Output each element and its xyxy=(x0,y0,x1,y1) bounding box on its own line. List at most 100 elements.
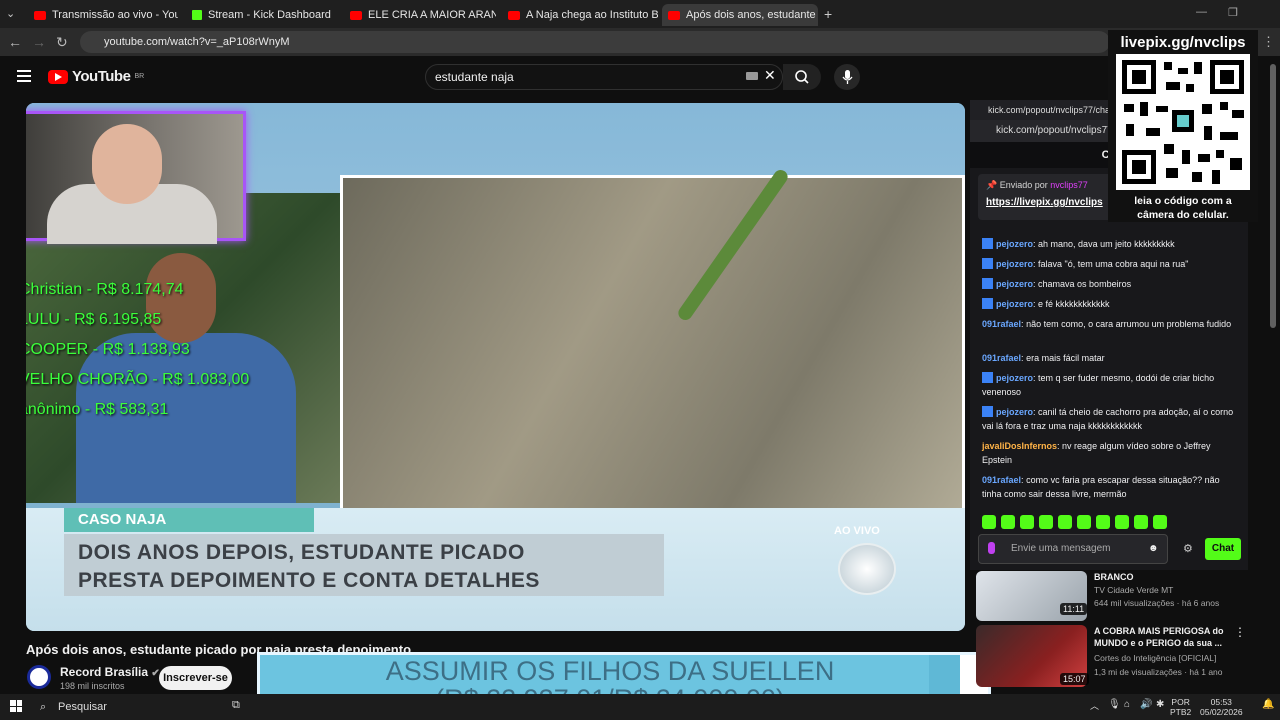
emoji-icon[interactable]: ☻ xyxy=(1148,543,1159,554)
more-options-icon[interactable]: ⋮ xyxy=(1234,625,1246,639)
keyboard-icon[interactable] xyxy=(746,72,758,80)
emote-icon[interactable] xyxy=(1039,515,1053,529)
recommendation-item[interactable]: 15:07 A COBRA MAIS PERIGOSA do MUNDO e o… xyxy=(976,625,1256,687)
youtube-favicon-icon xyxy=(34,10,46,20)
footage-frame xyxy=(340,167,965,531)
tray-chevron-icon[interactable]: ︿ xyxy=(1090,699,1099,712)
reload-icon[interactable]: ↻ xyxy=(56,34,68,51)
chat-username[interactable]: pejozero xyxy=(996,259,1033,269)
emote-icon[interactable] xyxy=(1058,515,1072,529)
url-field[interactable]: youtube.com/watch?v=_aP108rWnyM xyxy=(80,31,1110,53)
recommendation-title[interactable]: A COBRA MAIS PERIGOSA do MUNDO e o PERIG… xyxy=(1094,625,1234,649)
chat-message: 091rafael: não tem como, o cara arrumou … xyxy=(982,317,1238,331)
chat-username[interactable]: pejozero xyxy=(996,239,1033,249)
emote-icon[interactable] xyxy=(1134,515,1148,529)
recommendation-meta: 644 mil visualizações · há 6 anos xyxy=(1094,598,1220,608)
emote-icon[interactable] xyxy=(1077,515,1091,529)
chat-username[interactable]: 091rafael xyxy=(982,475,1021,485)
emote-icon[interactable] xyxy=(1096,515,1110,529)
video-duration: 15:07 xyxy=(1060,673,1089,685)
tray-volume-icon[interactable]: 🔊 xyxy=(1140,699,1152,710)
donor-entry: Christian - R$ 8.174,74 xyxy=(26,281,184,298)
chat-username[interactable]: pejozero xyxy=(996,299,1033,309)
hamburger-menu-icon[interactable] xyxy=(17,70,31,82)
tab-kick-dashboard[interactable]: Stream - Kick Dashboard ✕ xyxy=(186,4,338,26)
emote-icon[interactable] xyxy=(1001,515,1015,529)
chat-message: pejozero: canil tá cheio de cachorro pra… xyxy=(982,405,1238,433)
tab-label: Transmissão ao vivo - YouTube xyxy=(52,9,178,21)
subscriber-badge-icon xyxy=(982,372,993,383)
chat-settings-icon[interactable]: ⚙ xyxy=(1183,542,1193,555)
region-label: BR xyxy=(134,73,145,80)
youtube-logo-text: YouTube xyxy=(72,68,131,85)
youtube-favicon-icon xyxy=(508,10,520,20)
chat-username[interactable]: 091rafael xyxy=(982,319,1021,329)
clear-search-icon[interactable]: ✕ xyxy=(764,67,776,84)
notification-bell-icon[interactable]: 🔔 xyxy=(1262,699,1274,710)
chat-username[interactable]: pejozero xyxy=(996,373,1033,383)
tab-naja-butantan[interactable]: A Naja chega ao Instituto Butan ✕ xyxy=(502,4,658,26)
recommendation-title[interactable]: BRANCO xyxy=(1094,571,1234,583)
channel-name-text: Record Brasília xyxy=(60,665,149,679)
emote-icon[interactable] xyxy=(1020,515,1034,529)
chat-username[interactable]: 091rafael xyxy=(982,353,1021,363)
taskbar-search[interactable]: ⌕ Pesquisar xyxy=(34,697,224,717)
qr-code xyxy=(1116,54,1250,190)
donor-entry: LULU - R$ 6.195,85 xyxy=(26,311,162,328)
chat-message: pejozero: ah mano, dava um jeito kkkkkkk… xyxy=(982,237,1238,251)
taskbar-clock[interactable]: 05:53 05/02/2026 xyxy=(1200,697,1243,717)
emote-icon[interactable] xyxy=(1115,515,1129,529)
restore-icon[interactable]: ❐ xyxy=(1228,6,1238,19)
emote-icon[interactable] xyxy=(1153,515,1167,529)
tab-aranha[interactable]: ELE CRIA A MAIOR ARANHA ✕ xyxy=(344,4,496,26)
close-tab-icon[interactable]: ✕ xyxy=(337,8,338,22)
tray-network-icon[interactable]: ⌂ xyxy=(1124,699,1130,710)
chat-message-input[interactable]: Envie uma mensagem xyxy=(978,534,1168,564)
chat-username[interactable]: pejozero xyxy=(996,407,1033,417)
donor-entry: VELHO CHORÃO - R$ 1.083,00 xyxy=(26,371,250,388)
windows-start-icon[interactable] xyxy=(10,700,22,712)
subscriber-badge-icon xyxy=(982,258,993,269)
channel-avatar[interactable] xyxy=(27,665,51,689)
search-button[interactable] xyxy=(783,64,821,90)
caso-tag: CASO NAJA xyxy=(64,508,314,532)
youtube-play-icon xyxy=(48,69,68,84)
channel-name[interactable]: Record Brasília ✔ xyxy=(60,665,160,679)
minimize-icon[interactable]: — xyxy=(1196,6,1207,18)
voice-search-button[interactable] xyxy=(834,64,860,90)
tray-microphone-icon[interactable]: 🎙 xyxy=(1108,699,1121,710)
tray-bluetooth-icon[interactable]: ✱ xyxy=(1156,699,1164,710)
tab-list-chevron-icon[interactable]: ⌄ xyxy=(6,7,15,20)
address-bar-row: ← → ↻ youtube.com/watch?v=_aP108rWnyM ⋮ xyxy=(0,28,1280,56)
recommendation-channel: TV Cidade Verde MT xyxy=(1094,585,1174,595)
headline-line: PRESTA DEPOIMENTO E CONTA DETALHES xyxy=(78,569,540,592)
chat-send-button[interactable]: Chat xyxy=(1205,538,1241,560)
input-language[interactable]: POR PTB2 xyxy=(1170,697,1191,717)
subscribe-button[interactable]: Inscrever-se xyxy=(159,666,232,690)
mic-icon[interactable] xyxy=(988,542,995,554)
emote-bar xyxy=(982,515,1232,529)
page-scrollbar[interactable] xyxy=(1270,64,1276,328)
recommendation-item[interactable]: 11:11 BRANCO TV Cidade Verde MT 644 mil … xyxy=(976,571,1256,633)
chat-username[interactable]: javaliDosInfernos xyxy=(982,441,1057,451)
search-input[interactable]: estudante naja xyxy=(425,64,783,90)
youtube-logo[interactable]: YouTube BR xyxy=(48,68,144,85)
chat-message: javaliDosInfernos: nv reage algum vídeo … xyxy=(982,439,1238,467)
tab-current-video[interactable]: Após dois anos, estudante p ✕ xyxy=(662,4,818,26)
back-icon[interactable]: ← xyxy=(8,34,22,50)
task-view-icon[interactable]: ⧉ xyxy=(232,699,240,712)
streamer-face xyxy=(92,124,162,204)
pin-icon: 📌 xyxy=(986,180,1000,190)
search-icon: ⌕ xyxy=(40,701,47,713)
emote-icon[interactable] xyxy=(982,515,996,529)
new-tab-icon[interactable]: + xyxy=(824,6,832,22)
tab-label: ELE CRIA A MAIOR ARANHA xyxy=(368,9,496,21)
youtube-favicon-icon xyxy=(350,10,362,20)
chat-username[interactable]: pejozero xyxy=(996,279,1033,289)
forward-icon[interactable]: → xyxy=(32,34,46,50)
video-player[interactable]: Christian - R$ 8.174,74 LULU - R$ 6.195,… xyxy=(26,103,965,631)
tab-youtube-live[interactable]: Transmissão ao vivo - YouTube ✕ xyxy=(28,4,178,26)
browser-menu-icon[interactable]: ⋮ xyxy=(1262,34,1275,50)
chat-message: pejozero: chamava os bombeiros xyxy=(982,277,1238,291)
microphone-icon xyxy=(842,70,853,84)
